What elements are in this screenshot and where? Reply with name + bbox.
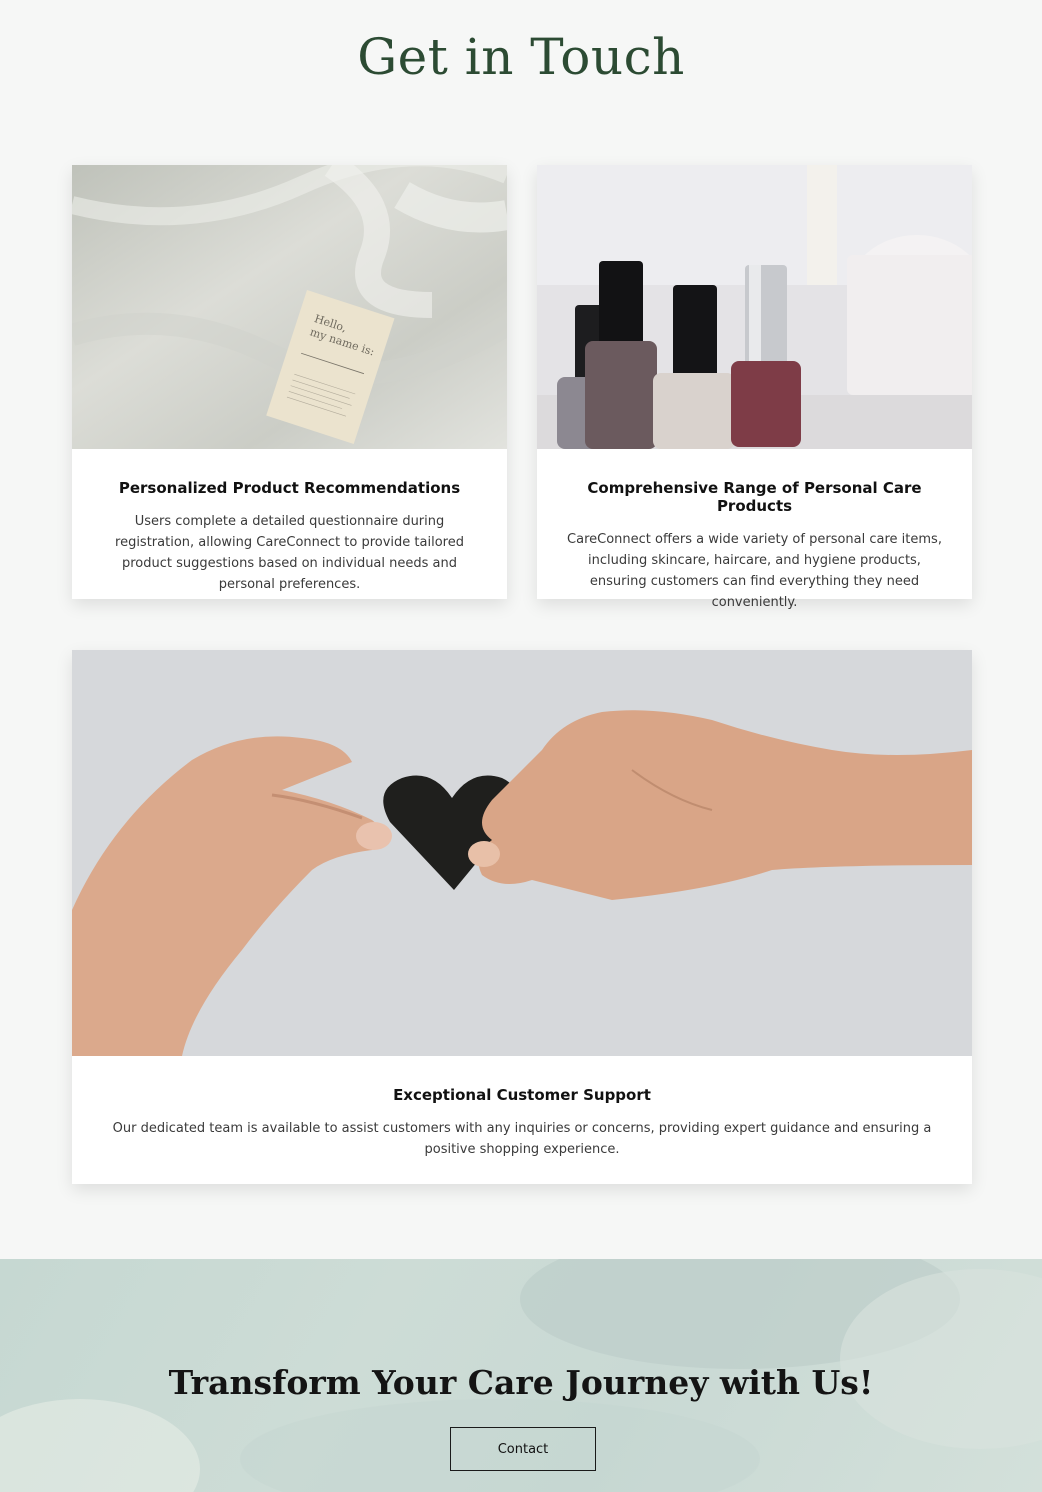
page: Get in Touch Hello, my name is: Personal…	[0, 0, 1042, 1492]
feature-card-product-range: Comprehensive Range of Personal Care Pro…	[537, 165, 972, 610]
contact-button[interactable]: Contact	[450, 1427, 596, 1471]
card-title: Comprehensive Range of Personal Care Pro…	[587, 479, 922, 515]
cta-title: Transform Your Care Journey with Us!	[168, 1363, 874, 1402]
feature-card-customer-support: Exceptional Customer Support Our dedicat…	[72, 650, 972, 1184]
card-image-hands-heart	[72, 650, 972, 1056]
card-body: Personalized Product Recommendations Use…	[72, 449, 507, 595]
section-title: Get in Touch	[357, 28, 685, 86]
card-image-name-tag: Hello, my name is:	[72, 165, 507, 449]
card-body: Comprehensive Range of Personal Care Pro…	[537, 449, 972, 613]
name-tag-illustration: Hello, my name is:	[72, 165, 507, 449]
card-description: Users complete a detailed questionnaire …	[115, 514, 464, 592]
hands-heart-illustration	[72, 650, 972, 1056]
card-image-nail-polish	[537, 165, 972, 449]
card-description: CareConnect offers a wide variety of per…	[567, 532, 942, 610]
card-description: Our dedicated team is available to assis…	[112, 1121, 932, 1157]
feature-card-recommendations: Hello, my name is: Personalized Product …	[72, 165, 507, 599]
card-body: Exceptional Customer Support Our dedicat…	[72, 1056, 972, 1160]
card-title: Personalized Product Recommendations	[118, 479, 461, 497]
card-title: Exceptional Customer Support	[393, 1086, 651, 1104]
nail-polish-illustration	[537, 165, 972, 449]
cta-banner: Transform Your Care Journey with Us! Con…	[0, 1259, 1042, 1492]
